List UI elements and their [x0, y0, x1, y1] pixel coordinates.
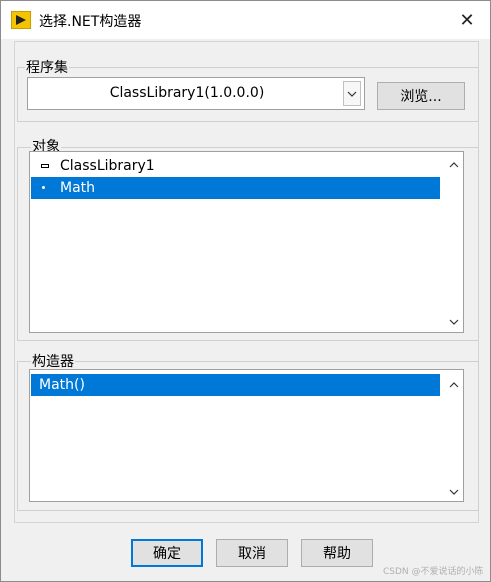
constructors-group-label: 构造器	[31, 351, 75, 371]
objects-list[interactable]: ClassLibrary1 Math	[29, 151, 464, 333]
labview-app-icon	[11, 11, 31, 29]
constructor-item-label: Math()	[39, 377, 85, 393]
constructors-list[interactable]: Math()	[29, 369, 464, 502]
list-item[interactable]: Math	[31, 177, 440, 199]
help-button[interactable]: 帮助	[301, 539, 373, 567]
browse-button[interactable]: 浏览...	[377, 82, 465, 110]
assembly-select-value: ClassLibrary1(1.0.0.0)	[109, 85, 265, 101]
class-dot-icon	[42, 186, 45, 189]
assembly-group-label: 程序集	[25, 57, 69, 77]
constructors-scrollbar[interactable]	[445, 371, 462, 500]
namespace-icon	[41, 164, 49, 168]
scroll-up-icon[interactable]	[447, 378, 460, 391]
chevron-down-icon[interactable]	[343, 81, 361, 106]
scroll-down-icon[interactable]	[447, 315, 460, 328]
assembly-select[interactable]: ClassLibrary1(1.0.0.0)	[27, 77, 365, 110]
object-item-label: Math	[60, 180, 96, 196]
title-bar: 选择.NET构造器 ✕	[1, 1, 490, 39]
cancel-button[interactable]: 取消	[216, 539, 288, 567]
close-button[interactable]: ✕	[453, 7, 481, 33]
objects-scrollbar[interactable]	[445, 153, 462, 331]
list-item[interactable]: ClassLibrary1	[31, 155, 440, 177]
window-title: 选择.NET构造器	[39, 14, 142, 30]
close-icon: ✕	[459, 9, 475, 31]
watermark: CSDN @不爱说话的小陈	[383, 567, 484, 577]
scroll-up-icon[interactable]	[447, 158, 460, 171]
list-item[interactable]: Math()	[31, 374, 440, 396]
select-constructor-dialog: 选择.NET构造器 ✕ 程序集 ClassLibrary1(1.0.0.0) 浏…	[0, 0, 491, 582]
ok-button[interactable]: 确定	[131, 539, 203, 567]
object-item-label: ClassLibrary1	[60, 158, 155, 174]
scroll-down-icon[interactable]	[447, 485, 460, 498]
